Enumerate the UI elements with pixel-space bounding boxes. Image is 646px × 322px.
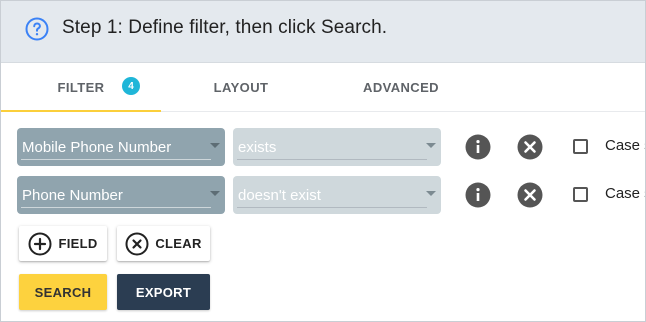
operator-select-value: exists [238,138,277,156]
active-tab-indicator [1,110,161,112]
clear-circle-icon [125,232,149,255]
search-button[interactable]: SEARCH [19,274,107,310]
field-select-value: Phone Number [22,186,123,204]
export-button[interactable]: EXPORT [117,274,210,310]
search-panel: Step 1: Define filter, then click Search… [0,0,646,322]
operator-select[interactable]: exists [233,128,441,166]
clear-label: CLEAR [155,236,202,251]
tab-bar: FILTER 4 LAYOUT ADVANCED [1,63,645,112]
remove-filter-icon[interactable] [517,182,543,208]
case-sensitive-checkbox[interactable] [573,187,588,202]
export-label: EXPORT [135,284,192,300]
remove-filter-icon[interactable] [517,134,543,160]
chevron-down-icon [426,143,436,148]
tab-layout[interactable]: LAYOUT [161,63,321,111]
field-select[interactable]: Mobile Phone Number [17,128,225,166]
help-circle-icon[interactable] [25,17,49,41]
chevron-down-icon [210,191,220,196]
add-field-label: FIELD [58,236,98,251]
operator-select[interactable]: doesn't exist [233,176,441,214]
filter-count-badge: 4 [122,77,140,95]
tab-layout-label: LAYOUT [213,79,269,95]
step-header: Step 1: Define filter, then click Search… [1,1,645,63]
case-sensitive-label: Case s [605,185,645,202]
page-title: Step 1: Define filter, then click Search… [62,17,388,38]
chevron-down-icon [426,191,436,196]
info-icon[interactable] [465,134,491,160]
field-select[interactable]: Phone Number [17,176,225,214]
filter-row: Phone Number doesn't exist Case s [1,174,645,214]
tab-advanced[interactable]: ADVANCED [321,63,481,111]
chevron-down-icon [210,143,220,148]
info-icon[interactable] [465,182,491,208]
field-select-value: Mobile Phone Number [22,138,172,156]
add-circle-icon [28,232,52,255]
tab-filter-label: FILTER [57,79,105,95]
case-sensitive-label: Case s [605,137,645,154]
filter-row: Mobile Phone Number exists Case s [1,126,645,166]
case-sensitive-checkbox[interactable] [573,139,588,154]
add-field-button[interactable]: FIELD [19,226,107,261]
tab-advanced-label: ADVANCED [363,79,439,95]
search-label: SEARCH [34,284,92,300]
operator-select-value: doesn't exist [238,186,321,204]
clear-button[interactable]: CLEAR [117,226,210,261]
